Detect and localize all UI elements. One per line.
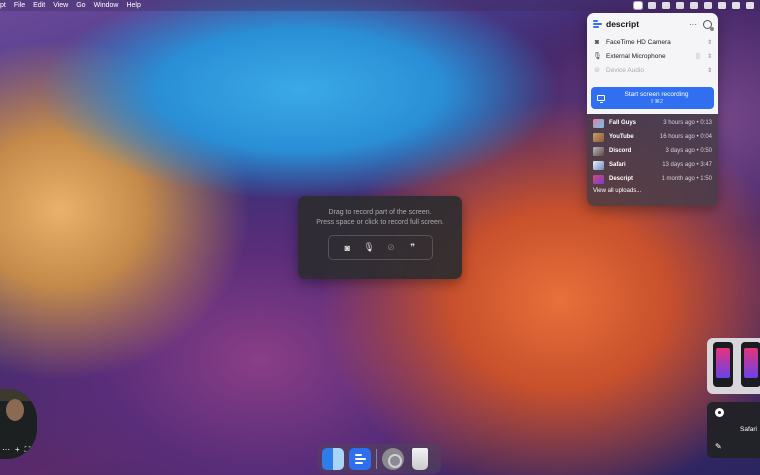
view-all-uploads-link[interactable]: View all uploads... xyxy=(593,188,712,194)
header-actions: ··· xyxy=(689,19,714,31)
webcam-preview[interactable]: ⋯ + ⛶ xyxy=(0,389,37,459)
mic-level-meter xyxy=(695,53,700,59)
microphone-icon: 🎙︎ xyxy=(593,53,602,60)
descript-app-icon[interactable] xyxy=(349,448,371,470)
chevron-updown-icon: ⇕ xyxy=(706,53,712,60)
wifi-icon[interactable] xyxy=(690,2,698,9)
record-dot-icon[interactable] xyxy=(715,408,724,417)
upload-time: 3 days ago • 0:50 xyxy=(665,148,712,154)
panel-header: descript ··· xyxy=(593,13,714,35)
trash-icon[interactable] xyxy=(412,448,428,470)
upload-name: Safari xyxy=(609,162,626,168)
menu-edit[interactable]: Edit xyxy=(33,2,45,9)
dock-divider xyxy=(376,449,377,469)
search-icon[interactable] xyxy=(718,2,726,9)
overlay-instruction-2: Press space or click to record full scre… xyxy=(316,219,444,226)
user-icon[interactable] xyxy=(704,2,712,9)
upload-item[interactable]: Safari 13 days ago • 3:47 xyxy=(593,158,712,172)
window-thumbnail-safari[interactable]: Safari ✎ xyxy=(707,402,760,458)
phone-preview xyxy=(713,342,733,387)
menu-bar-right xyxy=(633,1,760,10)
upload-time: 3 hours ago • 0:13 xyxy=(663,120,712,126)
upload-time: 13 days ago • 3:47 xyxy=(662,162,712,168)
uploads-list: Fall Guys 3 hours ago • 0:13 YouTube 16 … xyxy=(587,114,718,194)
chevron-updown-icon: ⇕ xyxy=(706,67,712,74)
record-shortcut: ⇧⌘2 xyxy=(649,99,664,105)
monitor-icon xyxy=(597,95,605,103)
recording-overlay[interactable]: Drag to record part of the screen. Press… xyxy=(298,196,462,279)
siri-icon[interactable] xyxy=(746,2,754,9)
camera-icon: ◙ xyxy=(594,38,600,46)
upload-name: Fall Guys xyxy=(609,120,637,126)
webcam-menu-icon[interactable]: ⋯ xyxy=(2,445,10,455)
descript-panel: descript ··· ◙ FaceTime HD Camera ⇕ 🎙︎ E… xyxy=(587,13,718,206)
device-row-microphone[interactable]: 🎙︎ External Microphone ⇕ xyxy=(593,49,712,63)
control-center-icon[interactable] xyxy=(732,2,740,9)
webcam-expand-icon[interactable]: ⛶ xyxy=(25,445,31,455)
record-label: Start screen recording xyxy=(624,91,689,98)
menu-file[interactable]: File xyxy=(14,2,25,9)
menu-app[interactable]: pt xyxy=(0,2,6,9)
record-button-text: Start screen recording ⇧⌘2 xyxy=(613,91,714,105)
device-row-camera[interactable]: ◙ FaceTime HD Camera ⇕ xyxy=(593,35,712,49)
device-audio-icon: ⊘ xyxy=(594,67,600,74)
upload-thumbnail xyxy=(593,118,604,128)
upload-thumbnail xyxy=(593,160,604,170)
window-thumbnail-phones[interactable] xyxy=(707,338,760,394)
microphone-icon[interactable]: 🎙︎ xyxy=(362,242,376,253)
safari-label: Safari xyxy=(740,426,757,433)
pencil-icon[interactable]: ✎ xyxy=(715,442,722,451)
webcam-controls: ⋯ + ⛶ xyxy=(0,445,30,455)
menu-bar-left: pt File Edit View Go Window Help xyxy=(0,2,141,9)
start-recording-button[interactable]: Start screen recording ⇧⌘2 xyxy=(591,87,714,109)
menu-help[interactable]: Help xyxy=(126,2,140,9)
dock xyxy=(318,444,441,474)
menu-go[interactable]: Go xyxy=(76,2,85,9)
upload-item[interactable]: Fall Guys 3 hours ago • 0:13 xyxy=(593,116,712,130)
webcam-face xyxy=(6,399,24,421)
upload-name: Discord xyxy=(609,148,632,154)
device-label: FaceTime HD Camera xyxy=(606,38,671,46)
finder-icon[interactable] xyxy=(322,448,344,470)
phone-preview xyxy=(741,342,760,387)
menu-view[interactable]: View xyxy=(53,2,68,9)
brand-name: descript xyxy=(606,19,640,29)
system-settings-icon[interactable] xyxy=(382,448,404,470)
overlay-instruction-1: Drag to record part of the screen. xyxy=(328,209,432,216)
quote-icon[interactable]: ❞ xyxy=(406,242,420,253)
upload-name: YouTube xyxy=(609,134,634,140)
screen-icon[interactable] xyxy=(662,2,670,9)
more-button[interactable]: ··· xyxy=(689,20,697,29)
overlay-toolbar: ◙ 🎙︎ ⊘ ❞ xyxy=(327,235,433,260)
device-label: Device Audio xyxy=(606,66,644,74)
battery-icon[interactable] xyxy=(676,2,684,9)
chevron-updown-icon: ⇕ xyxy=(706,39,712,46)
upload-item[interactable]: YouTube 16 hours ago • 0:04 xyxy=(593,130,712,144)
upload-time: 16 hours ago • 0:04 xyxy=(659,134,712,140)
panel-top: descript ··· ◙ FaceTime HD Camera ⇕ 🎙︎ E… xyxy=(587,13,718,114)
descript-menu-icon[interactable] xyxy=(633,1,643,10)
upload-thumbnail xyxy=(593,174,604,184)
device-label: External Microphone xyxy=(606,52,666,60)
menu-window[interactable]: Window xyxy=(94,2,119,9)
upload-thumbnail xyxy=(593,146,604,156)
upload-time: 1 month ago • 1:50 xyxy=(661,176,712,182)
upload-name: Descript xyxy=(609,176,634,182)
descript-logo-icon xyxy=(593,19,602,29)
settings-icon[interactable] xyxy=(703,19,714,31)
display-icon[interactable] xyxy=(648,2,656,9)
upload-item[interactable]: Descript 1 month ago • 1:50 xyxy=(593,172,712,186)
upload-item[interactable]: Discord 3 days ago • 0:50 xyxy=(593,144,712,158)
webcam-add-icon[interactable]: + xyxy=(15,445,20,455)
menu-bar: pt File Edit View Go Window Help xyxy=(0,0,760,11)
camera-icon[interactable]: ◙ xyxy=(340,243,354,253)
device-row-audio[interactable]: ⊘ Device Audio ⇕ xyxy=(593,63,712,77)
audio-muted-icon[interactable]: ⊘ xyxy=(384,242,398,253)
upload-thumbnail xyxy=(593,132,604,142)
